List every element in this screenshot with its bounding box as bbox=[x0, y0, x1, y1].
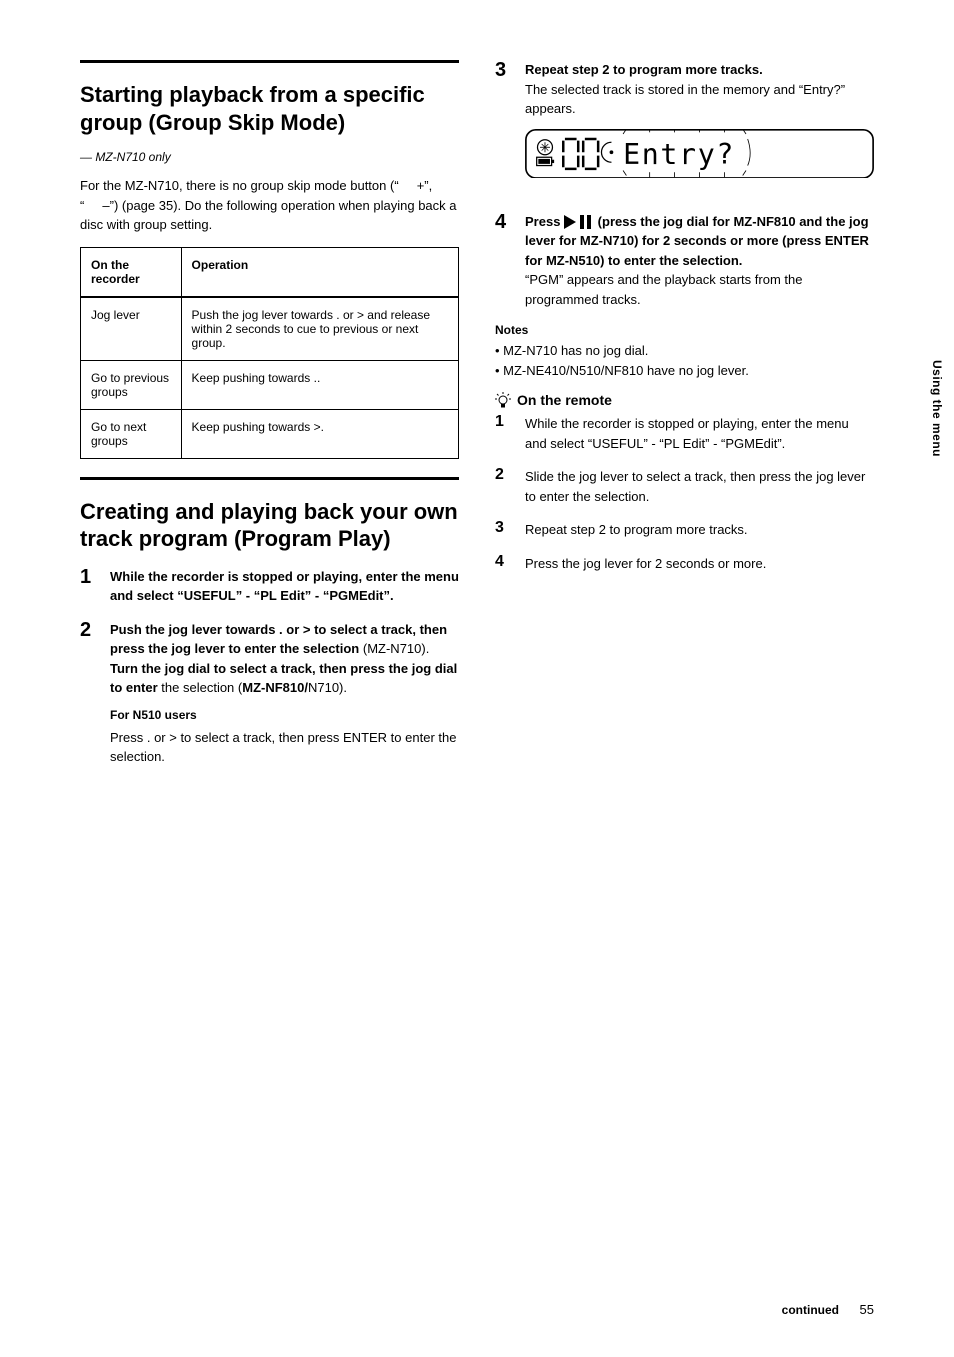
step-number: 2 bbox=[495, 467, 515, 506]
section1-paragraph: For the MZ-N710, there is no group skip … bbox=[80, 176, 459, 235]
remote-step-1-text: While the recorder is stopped or playing… bbox=[525, 414, 874, 453]
remote-step-4-text: Press the jog lever for 2 seconds or mor… bbox=[525, 554, 766, 574]
step-2-text: Push the jog lever towards . or > to sel… bbox=[110, 620, 459, 767]
section1-model-note: — MZ-N710 only bbox=[80, 150, 459, 164]
section-rule bbox=[80, 477, 459, 480]
cell-prev-groups: Go to previous groups bbox=[81, 360, 182, 409]
remote-step-3-text: Repeat step 2 to program more tracks. bbox=[525, 520, 748, 540]
remote-step-4: 4 Press the jog lever for 2 seconds or m… bbox=[495, 554, 874, 574]
step-number: 1 bbox=[495, 414, 515, 453]
step-1: 1 While the recorder is stopped or playi… bbox=[80, 567, 459, 606]
remote-step-3: 3 Repeat step 2 to program more tracks. bbox=[495, 520, 874, 540]
tip-icon bbox=[495, 392, 511, 408]
operation-table: On the recorder Operation Jog lever Push… bbox=[80, 247, 459, 459]
step-number: 3 bbox=[495, 520, 515, 540]
notes-text: • MZ-N710 has no jog dial. • MZ-NE410/N5… bbox=[495, 341, 874, 380]
step-4: 4 Press (press the jog dial for MZ-NF810… bbox=[495, 212, 874, 310]
step-number: 4 bbox=[495, 554, 515, 574]
remote-subhead: On the remote bbox=[495, 392, 874, 408]
step-number: 3 bbox=[495, 60, 515, 198]
step-number: 4 bbox=[495, 212, 515, 310]
side-tab: Using the menu bbox=[930, 360, 944, 457]
step-2-model2c: N710). bbox=[308, 680, 347, 695]
th-recorder: On the recorder bbox=[81, 247, 182, 297]
step-3: 3 Repeat step 2 to program more tracks. … bbox=[495, 60, 874, 198]
step-3-text: Repeat step 2 to program more tracks. Th… bbox=[525, 60, 874, 198]
table-row: Go to previous groups Keep pushing towar… bbox=[81, 360, 459, 409]
cell-jog-lever: Jog lever bbox=[81, 297, 182, 361]
step-3-desc: The selected track is stored in the memo… bbox=[525, 82, 845, 117]
right-column: 3 Repeat step 2 to program more tracks. … bbox=[495, 60, 874, 781]
step-number: 1 bbox=[80, 567, 100, 606]
step-3-lead: Repeat step 2 to program more tracks. bbox=[525, 62, 763, 77]
page-number: 55 bbox=[860, 1302, 874, 1317]
play-pause-icon bbox=[564, 215, 594, 229]
step-2-model2a: the selection ( bbox=[161, 680, 242, 695]
remote-subhead-text: On the remote bbox=[517, 392, 612, 408]
cell-next-groups-desc: Keep pushing towards >. bbox=[181, 409, 458, 458]
section-rule bbox=[80, 60, 459, 63]
step-2: 2 Push the jog lever towards . or > to s… bbox=[80, 620, 459, 767]
th-operation: Operation bbox=[181, 247, 458, 297]
notes-head: Notes bbox=[495, 323, 874, 337]
step-number: 2 bbox=[80, 620, 100, 767]
lcd-display: Entry? bbox=[525, 129, 874, 184]
step-2-model2b: MZ-NF810/ bbox=[242, 680, 308, 695]
cell-next-groups: Go to next groups bbox=[81, 409, 182, 458]
left-column: Starting playback from a specific group … bbox=[80, 60, 459, 781]
page-content: Starting playback from a specific group … bbox=[0, 0, 954, 821]
remote-step-2-text: Slide the jog lever to select a track, t… bbox=[525, 467, 874, 506]
step-4-text: Press (press the jog dial for MZ-NF810 a… bbox=[525, 212, 874, 310]
remote-step-2: 2 Slide the jog lever to select a track,… bbox=[495, 467, 874, 506]
step-4-desc: “PGM” appears and the playback starts fr… bbox=[525, 272, 802, 307]
step-1-text: While the recorder is stopped or playing… bbox=[110, 567, 459, 606]
svg-text:Entry?: Entry? bbox=[623, 137, 735, 170]
section1-title: Starting playback from a specific group … bbox=[80, 81, 459, 136]
n510-head: For N510 users bbox=[110, 706, 459, 724]
n510-text: Press . or > to select a track, then pre… bbox=[110, 728, 459, 767]
table-row: Jog lever Push the jog lever towards . o… bbox=[81, 297, 459, 361]
cell-prev-groups-desc: Keep pushing towards .. bbox=[181, 360, 458, 409]
continued-label: continued bbox=[782, 1303, 839, 1317]
table-header-row: On the recorder Operation bbox=[81, 247, 459, 297]
step-2-model: (MZ-N710). bbox=[363, 641, 429, 656]
table-row: Go to next groups Keep pushing towards >… bbox=[81, 409, 459, 458]
remote-step-1: 1 While the recorder is stopped or playi… bbox=[495, 414, 874, 453]
cell-jog-lever-desc: Push the jog lever towards . or > and re… bbox=[181, 297, 458, 361]
section2-title: Creating and playing back your own track… bbox=[80, 498, 459, 553]
step-1-lead: While the recorder is stopped or playing… bbox=[110, 569, 459, 604]
step-4-lead-a: Press bbox=[525, 214, 564, 229]
